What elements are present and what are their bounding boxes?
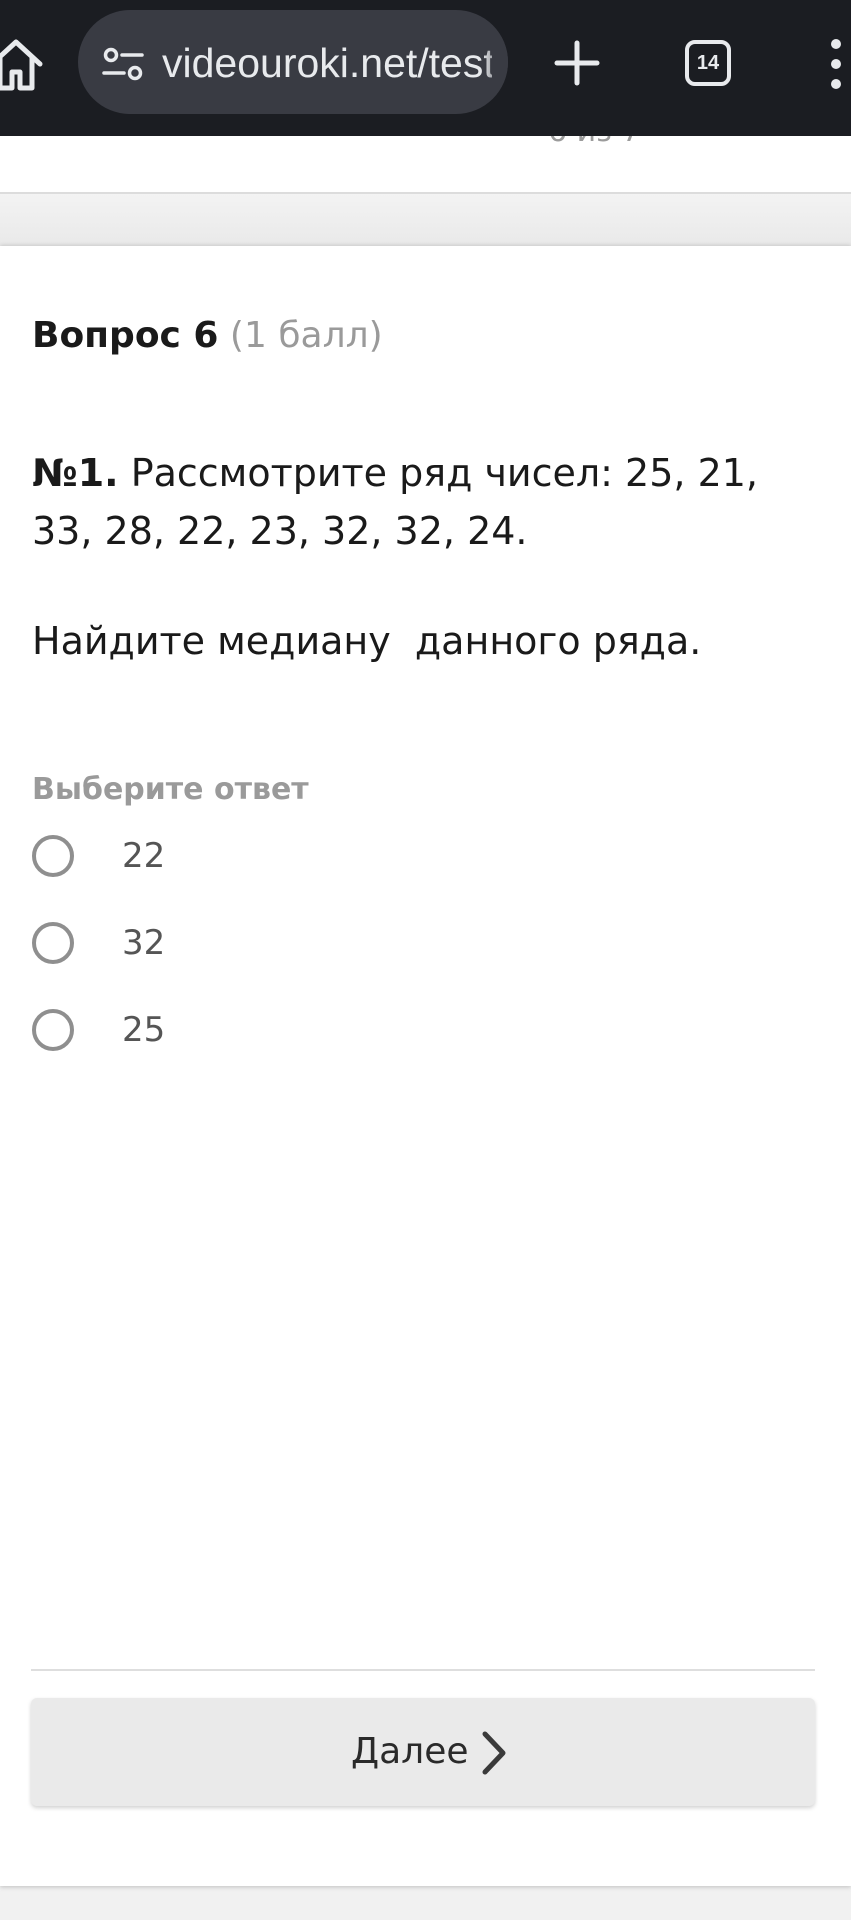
question-body: Рассмотрите ряд чисел: 25, 21, 33, 28, 2… (32, 451, 759, 553)
tune-icon[interactable] (102, 46, 144, 82)
question-points: (1 балл) (229, 315, 383, 356)
page-header: 6 из 7 (0, 136, 851, 194)
radio-button[interactable] (32, 1009, 74, 1051)
question-card: Вопрос 6 (1 балл) №1. Рассмотрите ряд чи… (0, 246, 851, 1886)
answer-option-label[interactable]: 32 (122, 919, 165, 967)
url-text[interactable]: videouroki.net/test (162, 38, 492, 88)
browser-toolbar: videouroki.net/test 14 (0, 0, 851, 136)
radio-button[interactable] (32, 835, 74, 877)
answer-option[interactable]: 25 (32, 1000, 532, 1060)
question-text: №1. Рассмотрите ряд чисел: 25, 21, 33, 2… (32, 444, 812, 560)
question-heading: Вопрос 6 (1 балл) (32, 312, 383, 360)
next-button-label[interactable]: Далее (351, 1728, 469, 1776)
plus-icon[interactable] (552, 38, 602, 88)
answer-option-label[interactable]: 22 (122, 832, 165, 880)
question-task: Найдите медиану данного ряда. (32, 619, 702, 663)
url-fade (482, 10, 508, 114)
home-icon[interactable] (0, 34, 46, 94)
chevron-right-icon (482, 1731, 506, 1775)
footer-divider (31, 1669, 815, 1671)
tab-count-button[interactable]: 14 (685, 40, 731, 86)
answer-option[interactable]: 22 (32, 826, 532, 886)
address-bar[interactable]: videouroki.net/test (78, 10, 508, 114)
radio-button[interactable] (32, 922, 74, 964)
answer-prompt: Выберите ответ (32, 772, 309, 807)
next-button[interactable]: Далее (31, 1698, 815, 1806)
section-gap (0, 194, 851, 246)
question-label: Вопрос 6 (32, 315, 219, 356)
answer-option[interactable]: 32 (32, 913, 532, 973)
answer-option-label[interactable]: 25 (122, 1006, 165, 1054)
progress-counter: 6 из 7 (548, 136, 641, 152)
more-vert-icon[interactable] (826, 36, 846, 92)
question-number: №1. (32, 451, 119, 495)
